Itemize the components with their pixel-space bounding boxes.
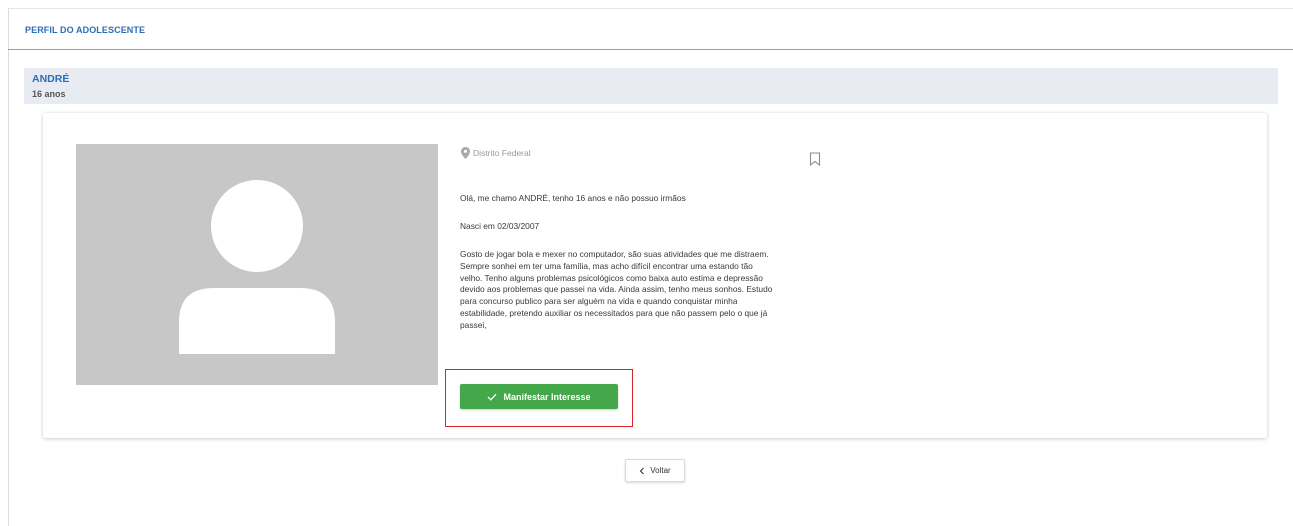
profile-photo[interactable] [76, 144, 438, 385]
map-pin-icon [461, 147, 470, 159]
story-line: velho. Tenho alguns problemas psicológic… [460, 272, 763, 283]
profile-birth-date: Nasci em 02/03/2007 [460, 221, 540, 231]
chevron-left-icon [639, 467, 645, 474]
story-line: devido aos problemas que passei na vida.… [460, 284, 773, 295]
profile-story: Gosto de jogar bola e mexer no computado… [460, 249, 832, 332]
bookmark-icon[interactable] [809, 152, 821, 166]
avatar-placeholder-icon [179, 180, 335, 354]
story-line: para concurso publico para ser alguém na… [460, 296, 738, 307]
page-header: PERFIL DO ADOLESCENTE [8, 9, 1293, 50]
profile-intro: Olá, me chamo ANDRÉ, tenho 16 anos e não… [460, 193, 686, 203]
profile-age: 16 anos [32, 89, 66, 99]
story-line: estabilidade, pretendo auxiliar os neces… [460, 307, 768, 318]
back-button[interactable]: Voltar [625, 459, 685, 482]
profile-card: Distrito Federal Olá, me chamo ANDRÉ, te… [43, 113, 1267, 438]
story-line: passei, [460, 319, 487, 330]
profile-name: ANDRÉ [32, 73, 70, 85]
highlight-annotation-box [445, 369, 633, 427]
profile-location: Distrito Federal [461, 147, 531, 159]
profile-name-band: ANDRÉ 16 anos [24, 68, 1278, 104]
location-label: Distrito Federal [473, 148, 531, 158]
story-line: Gosto de jogar bola e mexer no computado… [460, 249, 769, 259]
story-line: Sempre sonhei em ter uma família, mas ac… [460, 260, 753, 271]
back-label: Voltar [650, 466, 671, 475]
page-title: PERFIL DO ADOLESCENTE [25, 25, 146, 35]
